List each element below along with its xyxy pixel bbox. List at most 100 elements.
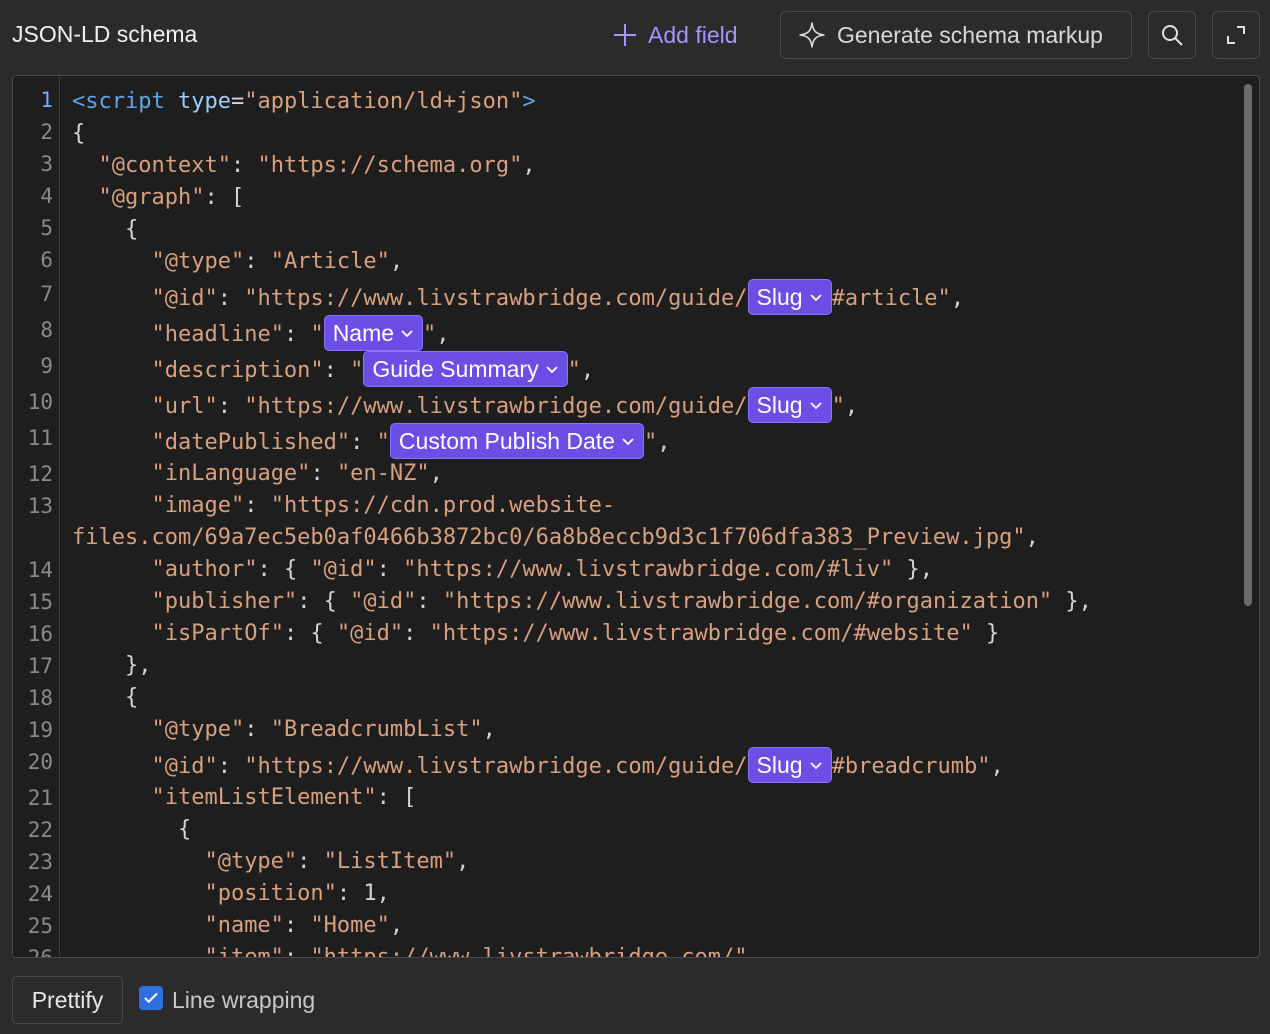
code-token: : — [217, 286, 245, 311]
code-token: , — [376, 881, 390, 906]
code-token: { — [124, 217, 139, 242]
code-token: }, — [1052, 589, 1092, 614]
code-token: , — [844, 394, 859, 419]
code-line: "isPartOf": { "@id": "https://www.livstr… — [72, 619, 999, 649]
add-field-button[interactable]: Add field — [612, 17, 738, 53]
code-line: { — [72, 119, 85, 149]
generate-schema-button[interactable]: Generate schema markup — [780, 11, 1132, 59]
line-number: 6 — [40, 248, 53, 272]
code-token: = — [230, 89, 245, 114]
code-token: : — [217, 394, 245, 419]
code-token: : — [336, 881, 364, 906]
chip-label: Guide Summary — [372, 356, 539, 382]
code-line: "image": "https://cdn.prod.website- — [72, 491, 615, 521]
chip-label: Slug — [756, 392, 803, 418]
code-line: "@id": "https://www.livstrawbridge.com/g… — [72, 279, 964, 317]
checkmark-icon — [144, 992, 158, 1004]
line-number: 4 — [40, 184, 53, 208]
custom-publish-date-field-chip[interactable]: Custom Publish Date — [389, 423, 644, 459]
code-token: : { — [283, 621, 337, 646]
code-line: "@type": "BreadcrumbList", — [72, 715, 496, 745]
chip-label: Custom Publish Date — [398, 428, 615, 454]
code-line: "description": " Guide Summary ", — [72, 351, 594, 389]
code-token: "itemListElement" — [151, 785, 377, 810]
code-token: #article" — [831, 286, 951, 311]
line-number: 12 — [27, 462, 53, 486]
code-token: "@id" — [336, 621, 404, 646]
line-number: 3 — [40, 152, 53, 176]
vertical-scrollbar[interactable] — [1244, 84, 1252, 606]
search-button[interactable] — [1148, 11, 1196, 59]
code-token: "en-NZ" — [336, 461, 430, 486]
code-token: { — [72, 121, 86, 146]
slug-field-chip[interactable]: Slug — [747, 747, 832, 783]
search-icon — [1162, 25, 1183, 46]
code-token: "https://www.livstrawbridge.com/" — [310, 945, 748, 958]
code-token: "https://schema.org" — [257, 153, 523, 178]
name-field-chip[interactable]: Name — [323, 315, 424, 351]
code-line-wrap: files.com/69a7ec5eb0af0466b3872bc0/6a8b8… — [72, 523, 1039, 553]
code-token: "isPartOf" — [151, 621, 284, 646]
code-token: : — [310, 461, 337, 486]
code-token: "https://www.livstrawbridge.com/guide/ — [244, 286, 748, 311]
plus-icon — [614, 24, 636, 46]
code-token: , — [429, 461, 443, 486]
line-number: 16 — [27, 622, 53, 646]
slug-field-chip[interactable]: Slug — [747, 279, 832, 315]
chip-label: Name — [332, 320, 395, 346]
line-number: 5 — [40, 216, 53, 240]
expand-button[interactable] — [1212, 11, 1260, 59]
code-editor[interactable]: 1 2 3 4 5 6 7 8 9 10 11 12 13 14 15 16 1… — [12, 75, 1260, 958]
generate-schema-label: Generate schema markup — [837, 21, 1103, 48]
code-token: { — [124, 685, 139, 710]
code-line: }, — [72, 651, 152, 681]
chevron-down-icon — [809, 294, 822, 302]
code-token: 1 — [363, 881, 377, 906]
code-token: " — [423, 322, 437, 347]
line-wrapping-label[interactable]: Line wrapping — [172, 987, 315, 1014]
code-token: : — [244, 249, 271, 274]
code-token: "@id" — [310, 557, 377, 582]
code-token: , — [522, 153, 536, 178]
guide-summary-field-chip[interactable]: Guide Summary — [363, 351, 568, 387]
code-token: type — [177, 89, 231, 114]
code-token: "Article" — [270, 249, 390, 274]
chip-label: Slug — [756, 752, 803, 778]
panel-title: JSON-LD schema — [12, 21, 198, 47]
code-token: "https://www.livstrawbridge.com/#website… — [429, 621, 973, 646]
line-number: 2 — [40, 120, 53, 144]
code-token: : — [323, 358, 351, 383]
code-token: , — [436, 322, 450, 347]
code-token: , — [456, 849, 470, 874]
line-wrapping-checkbox[interactable] — [139, 986, 163, 1010]
slug-field-chip[interactable]: Slug — [747, 387, 832, 423]
code-token: "https://www.livstrawbridge.com/#organiz… — [442, 589, 1053, 614]
code-token: " — [310, 322, 324, 347]
code-line: "@type": "Article", — [72, 247, 403, 277]
line-number: 26 — [27, 946, 53, 958]
line-number: 20 — [27, 750, 53, 774]
add-field-label: Add field — [648, 21, 738, 48]
code-token: "url" — [151, 394, 218, 419]
code-line: "position": 1, — [72, 879, 390, 909]
line-number: 25 — [27, 914, 53, 938]
line-number: 19 — [27, 718, 53, 742]
line-number: 14 — [27, 558, 53, 582]
chevron-down-icon — [809, 402, 822, 410]
sparkle-icon — [799, 22, 825, 48]
code-line: "inLanguage": "en-NZ", — [72, 459, 443, 489]
code-content[interactable]: <script type="application/ld+json"> { "@… — [72, 76, 1242, 957]
code-token: "@id" — [151, 754, 218, 779]
code-token: " — [643, 430, 658, 455]
code-token: "@graph" — [98, 185, 205, 210]
code-line: "@id": "https://www.livstrawbridge.com/g… — [72, 747, 1004, 785]
code-token: #breadcrumb" — [831, 754, 991, 779]
code-line: { — [72, 215, 138, 245]
code-token: "@context" — [98, 153, 231, 178]
code-token: : { — [297, 589, 351, 614]
chip-label: Slug — [756, 284, 803, 310]
prettify-button[interactable]: Prettify — [12, 976, 123, 1024]
code-token: , — [482, 717, 496, 742]
code-token: "item" — [204, 945, 284, 958]
line-number: 8 — [40, 318, 53, 342]
